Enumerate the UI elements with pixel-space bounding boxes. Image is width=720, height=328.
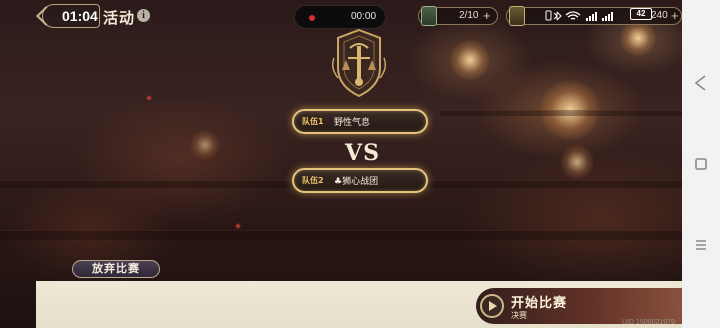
vs-label: VS (345, 140, 380, 166)
start-match-label: 开始比赛 (511, 296, 568, 311)
ticket-icon (421, 6, 437, 26)
clock: 01:04 (62, 8, 98, 24)
bg-lamp (190, 130, 220, 160)
bg-lamp (560, 145, 594, 179)
tournament-emblem-icon (331, 28, 387, 98)
coin-add-icon[interactable]: + (671, 8, 679, 23)
nav-menu-icon[interactable] (692, 236, 710, 254)
team1-name: 野性气息 (334, 118, 371, 128)
start-match-subtitle: 决赛 (511, 311, 527, 320)
record-dot-icon (309, 15, 315, 21)
ticket-resource[interactable]: 2/10 + (418, 6, 498, 26)
battery-icon: 42 (630, 8, 652, 20)
heart-decor-icon (235, 223, 241, 229)
team2-card[interactable]: 队伍2 ♣狮心战团 (292, 168, 428, 193)
android-nav-bar (682, 0, 720, 328)
user-id: UID 1500021979 (622, 319, 675, 326)
status-bar (544, 9, 628, 23)
team1-tag: 队伍1 (302, 117, 324, 126)
screen-recorder[interactable]: 00:00 (294, 5, 386, 29)
coin-count: 240 (651, 10, 668, 21)
status-icons (545, 10, 613, 21)
bg-shelf (440, 110, 682, 116)
quit-match-button[interactable]: 放弃比赛 (72, 260, 160, 278)
coin-icon (509, 6, 525, 26)
team2-name: ♣狮心战团 (334, 177, 379, 187)
bg-lamp (620, 20, 656, 56)
ticket-count: 2/10 (459, 10, 479, 21)
heart-decor-icon (146, 95, 152, 101)
bg-shelf (0, 230, 682, 240)
nav-home-icon[interactable] (692, 155, 710, 173)
play-icon (480, 294, 504, 318)
page-title: 活动 (103, 9, 136, 27)
team2-tag: 队伍2 (302, 176, 324, 185)
bg-lamp (450, 40, 490, 80)
nav-back-icon[interactable] (692, 74, 710, 92)
team1-card[interactable]: 队伍1 野性气息 (292, 109, 428, 134)
record-time: 00:00 (351, 11, 377, 22)
info-icon[interactable]: i (137, 9, 150, 22)
ticket-add-icon[interactable]: + (483, 8, 491, 23)
